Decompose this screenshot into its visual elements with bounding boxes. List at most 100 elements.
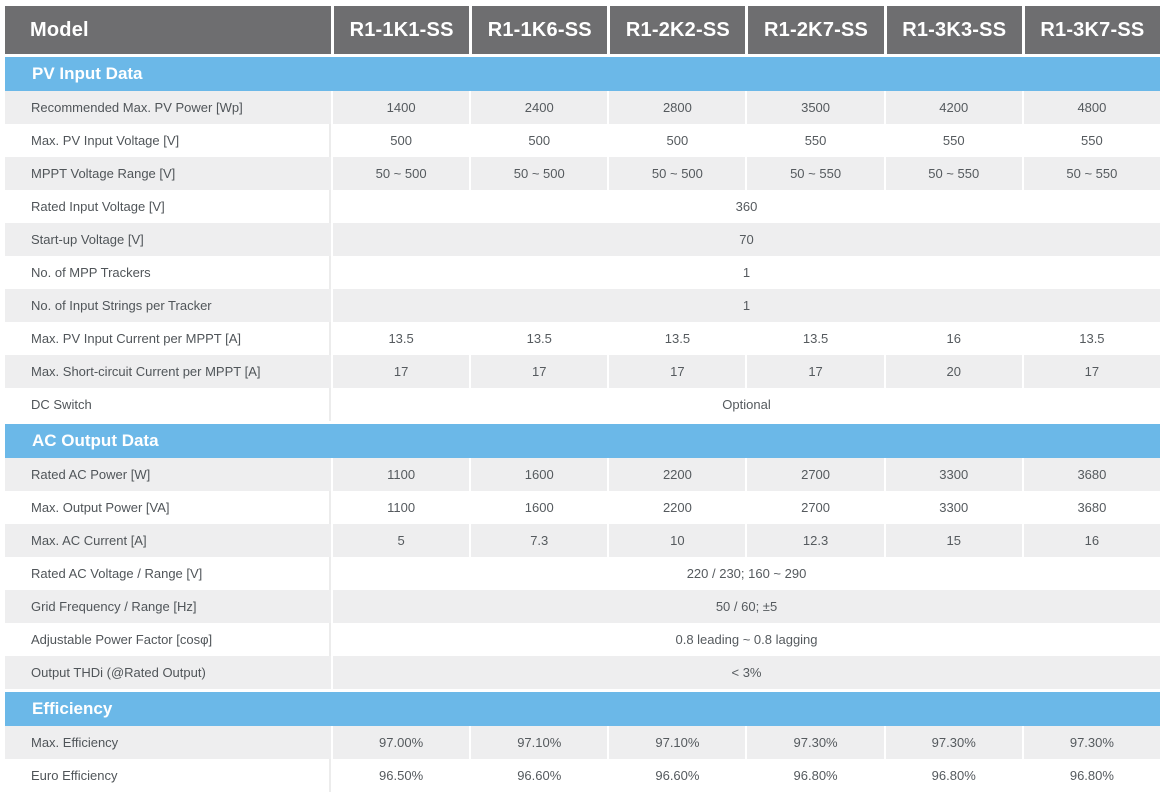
spec-row-label: Start-up Voltage [V] <box>5 223 332 256</box>
spec-value: 96.60% <box>469 759 608 792</box>
spec-row: Rated Input Voltage [V] 360 <box>5 190 1160 223</box>
section-header: Efficiency <box>5 689 1160 726</box>
section-title: Efficiency <box>5 689 1160 726</box>
spec-row-label: DC Switch <box>5 388 332 421</box>
spec-value: 10 <box>607 524 746 557</box>
model-column-header: R1-1K1-SS <box>331 6 470 54</box>
spec-value: 97.30% <box>745 726 884 759</box>
model-column-header: R1-1K6-SS <box>469 6 608 54</box>
spec-value: 3300 <box>883 491 1022 524</box>
section-header: PV Input Data <box>5 54 1160 91</box>
spec-value: 500 <box>607 124 746 157</box>
spec-value: 4800 <box>1021 91 1160 124</box>
spec-row-label: Max. PV Input Current per MPPT [A] <box>5 322 332 355</box>
spec-value: 2200 <box>607 458 746 491</box>
spec-value: 13.5 <box>1021 322 1160 355</box>
spec-value: 1100 <box>331 458 470 491</box>
spec-value: 3300 <box>883 458 1022 491</box>
spec-value: 16 <box>1021 524 1160 557</box>
header-row: Model R1-1K1-SS R1-1K6-SS R1-2K2-SS R1-2… <box>5 6 1160 54</box>
spec-value: 50 ~ 500 <box>331 157 470 190</box>
spec-value: 13.5 <box>331 322 470 355</box>
spec-row: Recommended Max. PV Power [Wp] 1400 2400 28… <box>5 91 1160 124</box>
spec-value: 97.30% <box>1021 726 1160 759</box>
spec-value: 16 <box>883 322 1022 355</box>
spec-value: 97.10% <box>607 726 746 759</box>
spec-value: 500 <box>331 124 470 157</box>
model-column-header: R1-2K2-SS <box>607 6 746 54</box>
spec-row-label: Grid Frequency / Range [Hz] <box>5 590 332 623</box>
spec-row: Rated AC Voltage / Range [V] 220 / 230; 1… <box>5 557 1160 590</box>
spec-value-merged: 360 <box>331 190 1160 223</box>
spec-value-merged: 0.8 leading ~ 0.8 lagging <box>331 623 1160 656</box>
spec-row: No. of Input Strings per Tracker 1 <box>5 289 1160 322</box>
spec-value: 97.00% <box>331 726 470 759</box>
spec-value: 17 <box>607 355 746 388</box>
spec-row: Rated AC Power [W] 1100 1600 2200 2700 3300 36… <box>5 458 1160 491</box>
spec-value: 1600 <box>469 458 608 491</box>
spec-value-merged: 50 / 60; ±5 <box>331 590 1160 623</box>
spec-row: Start-up Voltage [V] 70 <box>5 223 1160 256</box>
spec-value: 50 ~ 550 <box>883 157 1022 190</box>
spec-value: 97.30% <box>883 726 1022 759</box>
spec-value: 500 <box>469 124 608 157</box>
spec-value: 17 <box>469 355 608 388</box>
model-header-label: Model <box>5 6 332 54</box>
spec-value: 1400 <box>331 91 470 124</box>
spec-row: Output THDi (@Rated Output) < 3% <box>5 656 1160 689</box>
spec-row: MPPT Voltage Range [V] 50 ~ 500 50 ~ 500 50… <box>5 157 1160 190</box>
spec-row-label: Max. Efficiency <box>5 726 332 759</box>
spec-value: 96.80% <box>883 759 1022 792</box>
spec-value: 96.80% <box>1021 759 1160 792</box>
spec-row: No. of MPP Trackers 1 <box>5 256 1160 289</box>
spec-value: 13.5 <box>607 322 746 355</box>
model-column-header: R1-2K7-SS <box>745 6 884 54</box>
section-title: AC Output Data <box>5 421 1160 458</box>
spec-value: 2800 <box>607 91 746 124</box>
spec-value: 20 <box>883 355 1022 388</box>
spec-row-label: Max. Output Power [VA] <box>5 491 332 524</box>
spec-row: Grid Frequency / Range [Hz] 50 / 60; ±5 <box>5 590 1160 623</box>
spec-value: 1100 <box>331 491 470 524</box>
spec-row: Max. Efficiency 97.00% 97.10% 97.10% 97.30% 9… <box>5 726 1160 759</box>
spec-sheet: Model R1-1K1-SS R1-1K6-SS R1-2K2-SS R1-2… <box>5 6 1160 792</box>
spec-row: DC Switch Optional <box>5 388 1160 421</box>
spec-value-merged: 1 <box>331 256 1160 289</box>
spec-value: 50 ~ 550 <box>1021 157 1160 190</box>
spec-row: Max. Short-circuit Current per MPPT [A] 1… <box>5 355 1160 388</box>
spec-value: 96.80% <box>745 759 884 792</box>
spec-value: 1600 <box>469 491 608 524</box>
spec-row-label: Recommended Max. PV Power [Wp] <box>5 91 332 124</box>
section-header: AC Output Data <box>5 421 1160 458</box>
spec-value-merged: 1 <box>331 289 1160 322</box>
spec-value: 2700 <box>745 458 884 491</box>
spec-row-label: Rated Input Voltage [V] <box>5 190 332 223</box>
spec-value: 97.10% <box>469 726 608 759</box>
spec-value: 550 <box>745 124 884 157</box>
spec-value: 3680 <box>1021 458 1160 491</box>
spec-value: 2700 <box>745 491 884 524</box>
spec-value: 15 <box>883 524 1022 557</box>
spec-value: 2200 <box>607 491 746 524</box>
model-column-header: R1-3K3-SS <box>883 6 1022 54</box>
spec-value: 2400 <box>469 91 608 124</box>
spec-row-label: Max. Short-circuit Current per MPPT [A] <box>5 355 332 388</box>
spec-table-body: PV Input Data Recommended Max. PV Power [… <box>5 54 1160 792</box>
spec-row: Max. PV Input Current per MPPT [A] 13.5 13… <box>5 322 1160 355</box>
spec-value: 17 <box>331 355 470 388</box>
spec-row: Euro Efficiency 96.50% 96.60% 96.60% 96.80% 9… <box>5 759 1160 792</box>
spec-row-label: Max. AC Current [A] <box>5 524 332 557</box>
spec-row: Adjustable Power Factor [cosφ] 0.8 leadin… <box>5 623 1160 656</box>
spec-row-label: No. of MPP Trackers <box>5 256 332 289</box>
spec-value-merged: < 3% <box>331 656 1160 689</box>
spec-row: Max. PV Input Voltage [V] 500 500 500 550 550… <box>5 124 1160 157</box>
spec-row-label: Rated AC Power [W] <box>5 458 332 491</box>
spec-value: 13.5 <box>469 322 608 355</box>
spec-table: Model R1-1K1-SS R1-1K6-SS R1-2K2-SS R1-2… <box>5 6 1160 792</box>
spec-value: 3500 <box>745 91 884 124</box>
spec-value: 5 <box>331 524 470 557</box>
spec-value-merged: 70 <box>331 223 1160 256</box>
spec-row-label: No. of Input Strings per Tracker <box>5 289 332 322</box>
spec-value: 7.3 <box>469 524 608 557</box>
spec-value: 17 <box>1021 355 1160 388</box>
